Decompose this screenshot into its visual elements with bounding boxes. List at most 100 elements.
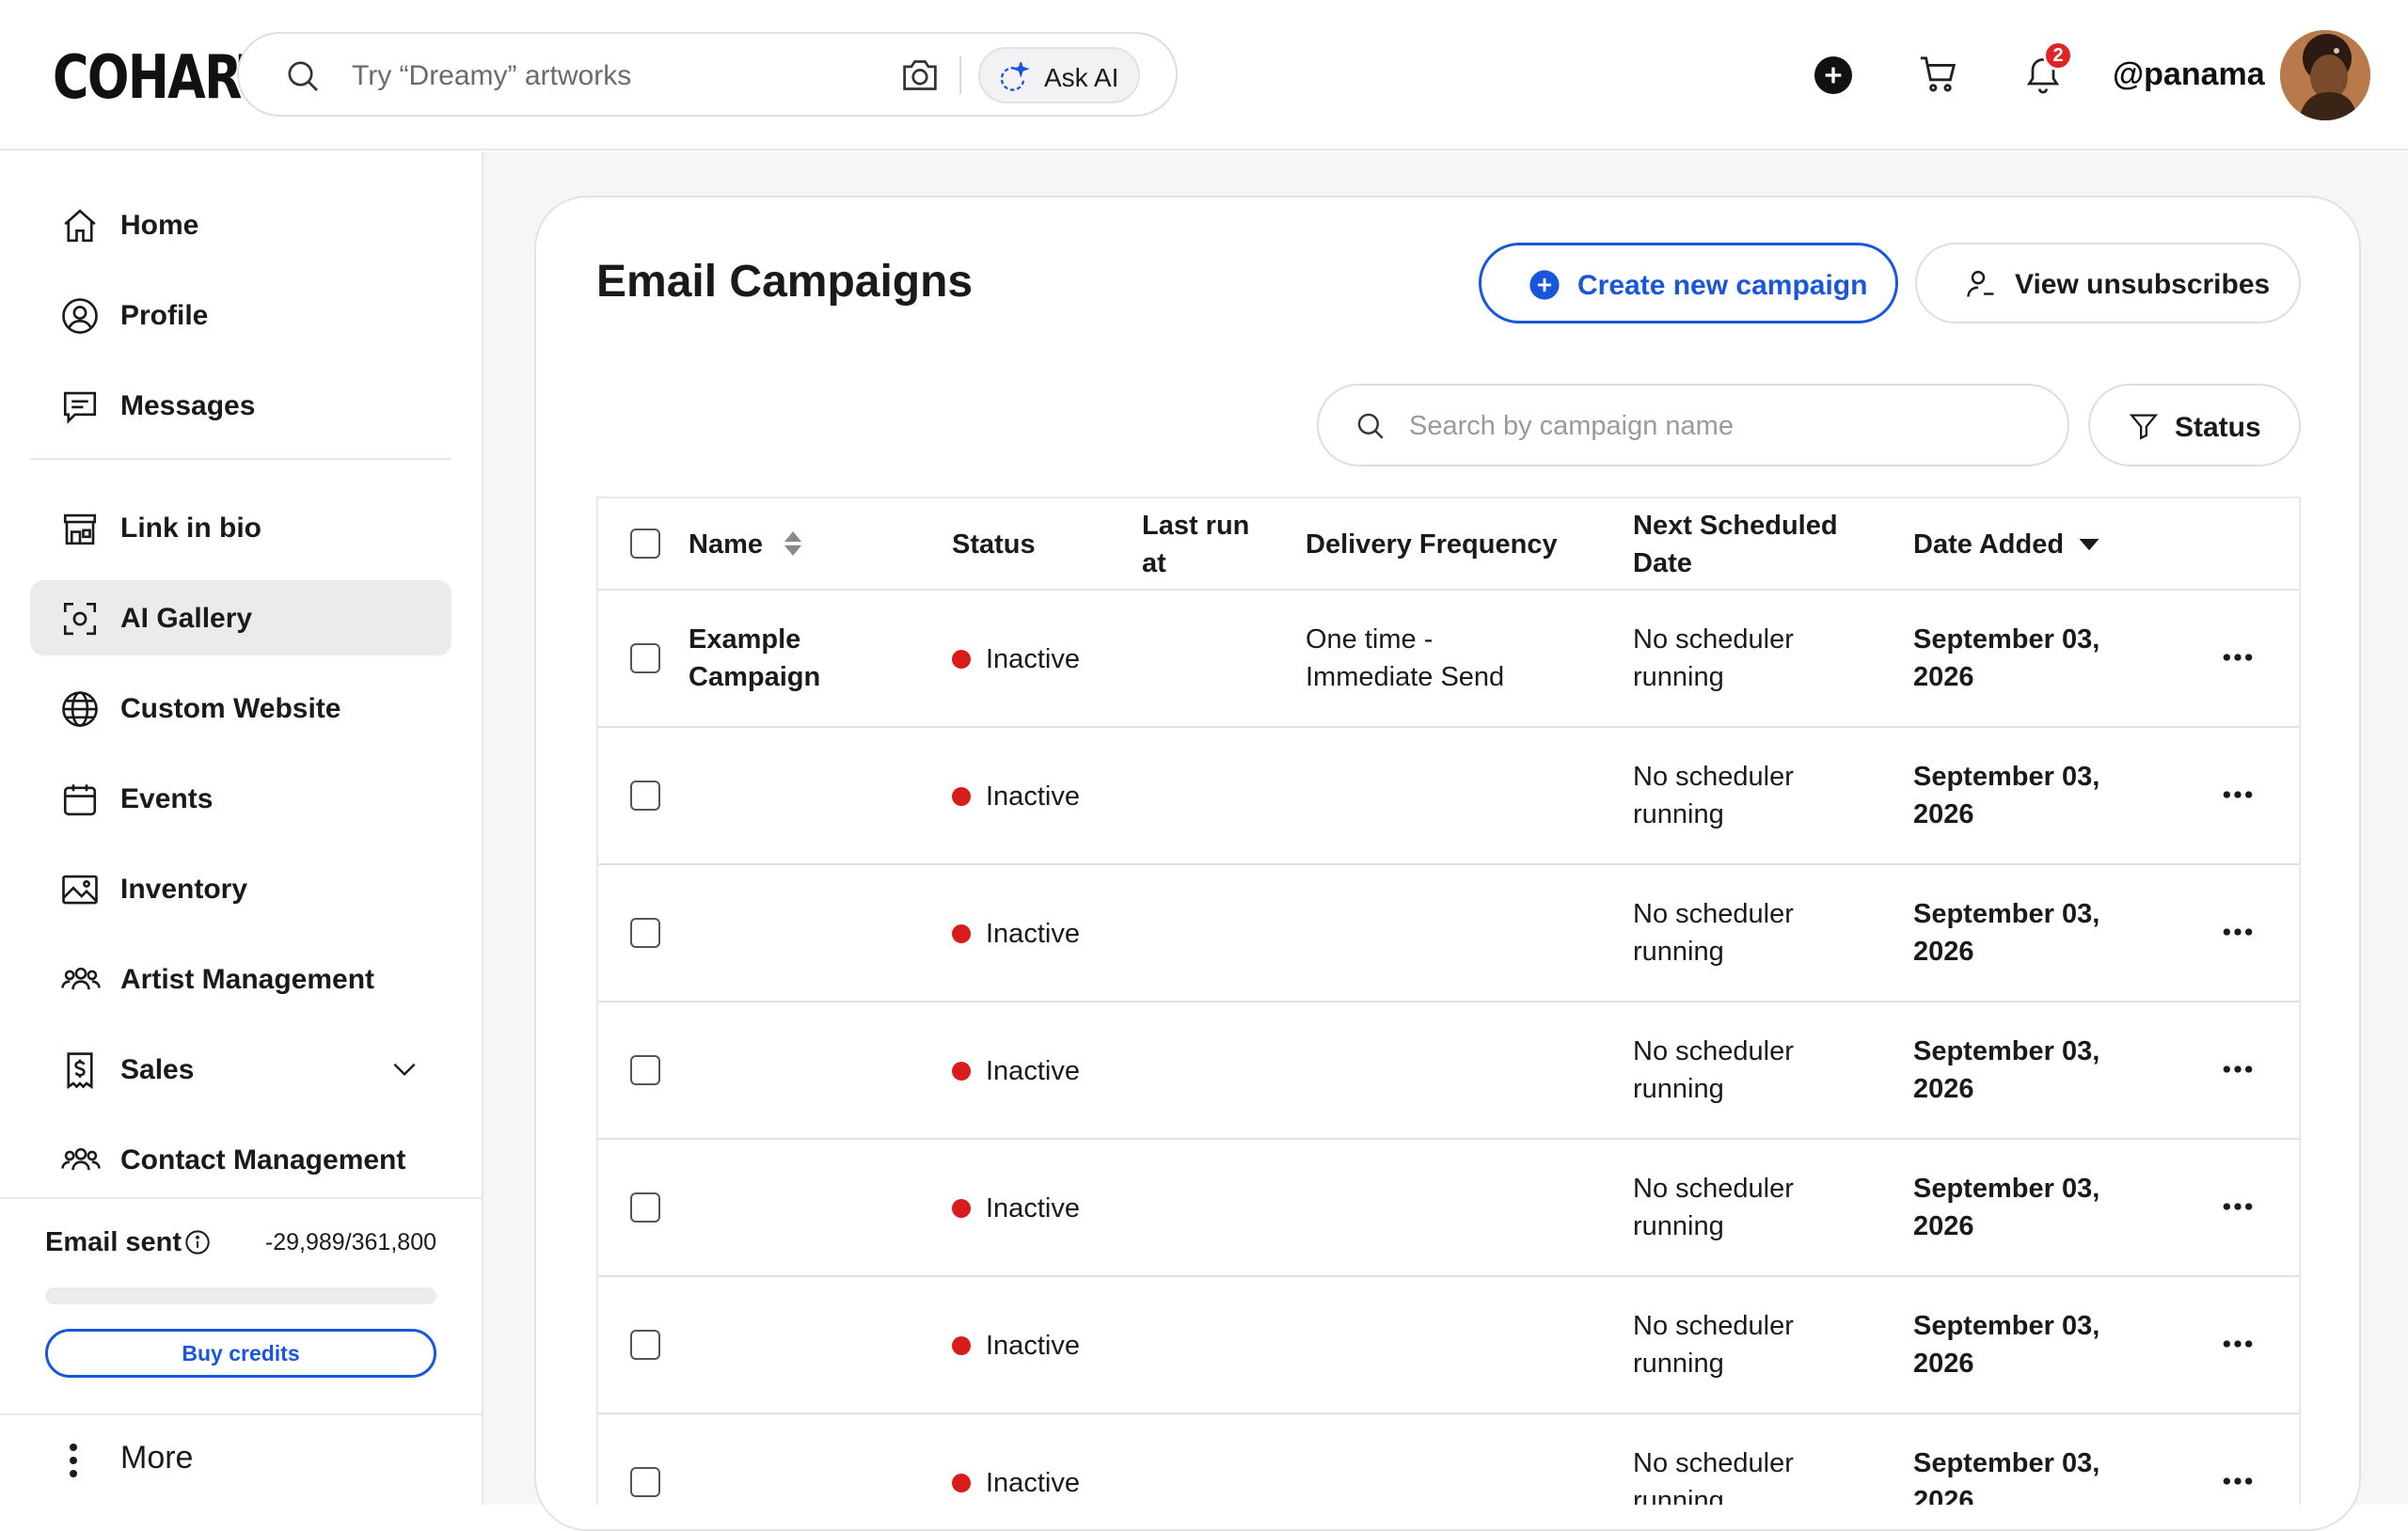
more-horizontal-icon[interactable] (2222, 1065, 2254, 1074)
info-icon[interactable] (184, 1229, 211, 1255)
view-unsubscribes-label: View unsubscribes (2015, 269, 2271, 300)
camera-icon[interactable] (899, 56, 941, 94)
sidebar-item-custom-website[interactable]: Custom Website (30, 671, 452, 746)
cart-icon[interactable] (1917, 53, 1960, 96)
table-row[interactable]: Example Campaign Inactive One time - Immedia… (598, 591, 2299, 728)
view-unsubscribes-button[interactable]: View unsubscribes (1915, 243, 2301, 324)
date-added-2: 2026 (1913, 799, 1974, 829)
row-checkbox[interactable] (630, 918, 660, 948)
more-horizontal-icon[interactable] (2222, 1202, 2254, 1211)
next-scheduled-date: No scheduler (1633, 624, 1794, 655)
column-header-next-scheduled-2: Date (1633, 548, 1692, 578)
email-sent-label: Email sent (45, 1227, 182, 1257)
notification-badge: 2 (2043, 40, 2073, 71)
delivery-frequency: One time - (1306, 624, 1434, 655)
delivery-frequency-2: Immediate Send (1306, 662, 1505, 692)
user-avatar[interactable] (2280, 30, 2370, 120)
sidebar-item-sales[interactable]: Sales (30, 1032, 452, 1107)
global-search-placeholder[interactable]: Try “Dreamy” artworks (352, 60, 631, 92)
row-checkbox[interactable] (630, 643, 660, 673)
global-search-bar[interactable]: Try “Dreamy” artworks Ask AI (237, 32, 1178, 117)
table-row[interactable]: Inactive No scheduler running September 03,… (598, 1414, 2299, 1505)
chevron-down-icon[interactable] (388, 1054, 421, 1084)
sidebar-item-contact-management[interactable]: Contact Management (30, 1122, 452, 1197)
user-minus-icon (1964, 267, 1998, 301)
more-vertical-icon[interactable] (68, 1442, 79, 1479)
date-added: September 03, (1913, 624, 2100, 655)
table-row[interactable]: Inactive No scheduler running September 03,… (598, 865, 2299, 1002)
sidebar-divider (30, 458, 452, 460)
campaign-name[interactable]: Example (689, 621, 800, 658)
row-checkbox[interactable] (630, 781, 660, 811)
campaign-search[interactable] (1317, 384, 2069, 466)
date-added: September 03, (1913, 762, 2100, 792)
sidebar-item-artist-management[interactable]: Artist Management (30, 941, 452, 1017)
more-label[interactable]: More (120, 1440, 193, 1476)
create-campaign-button[interactable]: Create new campaign (1479, 243, 1898, 324)
search-divider (959, 56, 961, 94)
page-title: Email Campaigns (596, 257, 974, 307)
row-checkbox[interactable] (630, 1467, 660, 1497)
next-scheduled-date: No scheduler (1633, 1174, 1794, 1204)
ai-scan-icon (60, 599, 100, 639)
column-header-status: Status (952, 529, 1036, 560)
next-scheduled-date: No scheduler (1633, 1036, 1794, 1066)
next-scheduled-date-2: running (1633, 937, 1724, 967)
table-row[interactable]: Inactive No scheduler running September 03,… (598, 1277, 2299, 1414)
row-checkbox[interactable] (630, 1192, 660, 1223)
more-horizontal-icon[interactable] (2222, 790, 2254, 799)
sidebar-item-link-in-bio[interactable]: Link in bio (30, 490, 452, 565)
sidebar-item-label: Artist Management (120, 964, 375, 995)
more-horizontal-icon[interactable] (2222, 1476, 2254, 1486)
sidebar-item-events[interactable]: Events (30, 761, 452, 836)
status-text: Inactive (986, 919, 1080, 949)
buy-credits-button[interactable]: Buy credits (45, 1329, 436, 1378)
status-dot-icon (952, 1199, 971, 1218)
row-checkbox[interactable] (630, 1330, 660, 1360)
sidebar-item-label: Events (120, 783, 214, 814)
sort-desc-icon[interactable] (2079, 539, 2099, 552)
ask-ai-button[interactable]: Ask AI (978, 47, 1140, 103)
row-checkbox[interactable] (630, 1055, 660, 1085)
sidebar-divider (0, 1413, 482, 1415)
next-scheduled-date: No scheduler (1633, 762, 1794, 792)
status-dot-icon (952, 787, 971, 806)
sort-icon[interactable] (783, 529, 803, 558)
sidebar-item-ai-gallery[interactable]: AI Gallery (30, 580, 452, 655)
date-added-2: 2026 (1913, 662, 1974, 692)
storefront-icon (60, 509, 100, 548)
table-row[interactable]: Inactive No scheduler running September 03,… (598, 728, 2299, 865)
sidebar-item-inventory[interactable]: Inventory (30, 851, 452, 926)
date-added: September 03, (1913, 1036, 2100, 1066)
column-header-name[interactable]: Name (689, 526, 763, 563)
calendar-icon (60, 780, 100, 819)
select-all-checkbox[interactable] (630, 529, 660, 559)
status-text: Inactive (986, 1056, 1080, 1086)
campaigns-table: Name Status Last run at Delivery Frequen… (596, 497, 2301, 1505)
dollar-receipt-icon (60, 1050, 100, 1090)
date-added-2: 2026 (1913, 1074, 1974, 1104)
home-icon (60, 206, 100, 245)
date-added-2: 2026 (1913, 1349, 1974, 1379)
sidebar-item-home[interactable]: Home (30, 187, 452, 262)
sidebar-item-label: Sales (120, 1054, 195, 1085)
table-row[interactable]: Inactive No scheduler running September 03,… (598, 1002, 2299, 1140)
sidebar-item-messages[interactable]: Messages (30, 368, 452, 443)
date-added: September 03, (1913, 899, 2100, 929)
more-horizontal-icon[interactable] (2222, 1339, 2254, 1349)
filter-icon (2128, 410, 2160, 442)
more-horizontal-icon[interactable] (2222, 653, 2254, 662)
campaign-name-2[interactable]: Campaign (689, 658, 820, 696)
status-filter-button[interactable]: Status (2088, 384, 2301, 466)
search-icon (1354, 410, 1386, 442)
status-dot-icon (952, 650, 971, 669)
table-row[interactable]: Inactive No scheduler running September 03,… (598, 1140, 2299, 1277)
add-icon[interactable] (1814, 56, 1852, 94)
date-added: September 03, (1913, 1174, 2100, 1204)
username-label[interactable]: @panama (2113, 56, 2265, 93)
more-horizontal-icon[interactable] (2222, 927, 2254, 937)
sidebar-item-profile[interactable]: Profile (30, 277, 452, 353)
campaign-search-input[interactable] (1409, 404, 2030, 448)
column-header-date-added[interactable]: Date Added (1913, 526, 2064, 563)
messages-icon (60, 387, 100, 426)
